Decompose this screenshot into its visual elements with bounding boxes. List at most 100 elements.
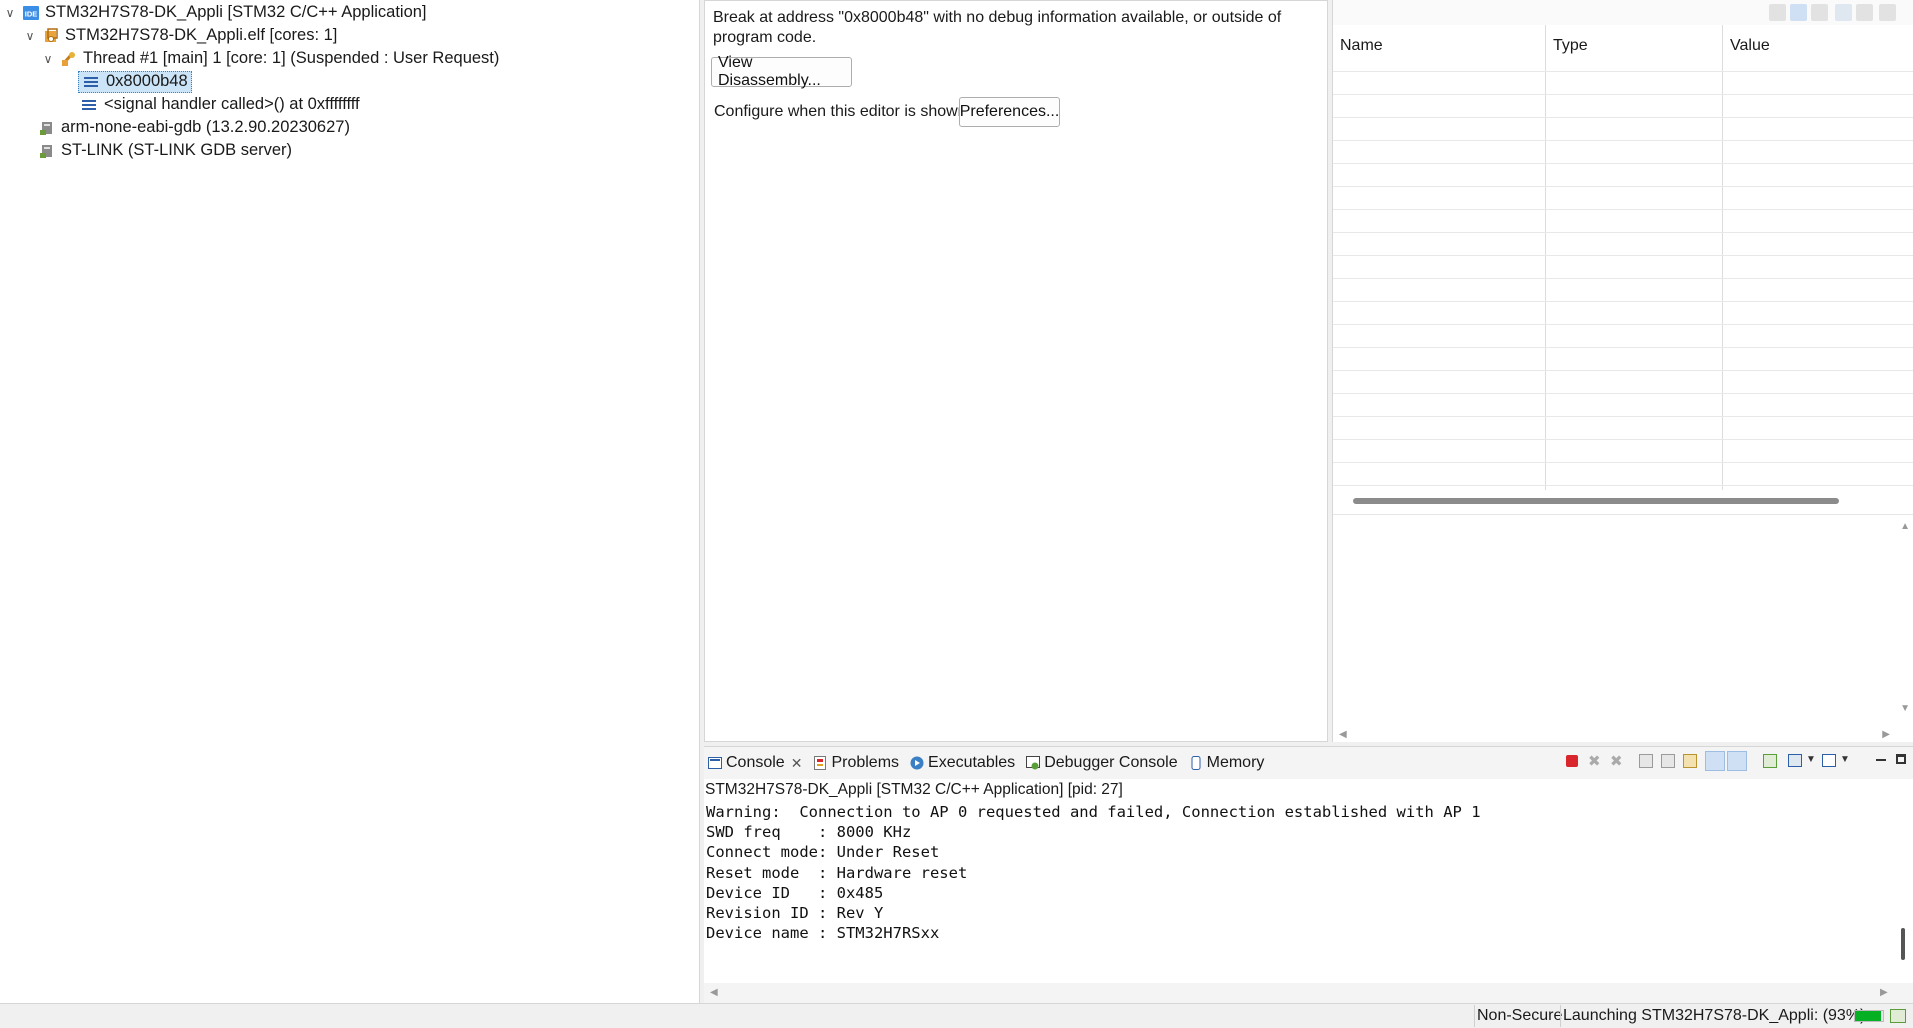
chevron-down-icon[interactable]: ∨	[2, 5, 18, 21]
tab-executables[interactable]: Executables	[910, 754, 1015, 772]
progress-bar-fill	[1855, 1011, 1882, 1021]
tab-debugger-console[interactable]: Debugger Console	[1026, 754, 1178, 772]
tree-label-elf: STM32H7S78-DK_Appli.elf [cores: 1]	[65, 26, 338, 44]
remove-all-launches-icon[interactable]: ✖	[1610, 752, 1623, 770]
console-process-title: STM32H7S78-DK_Appli [STM32 C/C++ Applica…	[705, 781, 1123, 798]
tab-label: Debugger Console	[1044, 754, 1178, 771]
variables-toolbar	[1333, 0, 1913, 25]
show-type-names-icon[interactable]	[1769, 4, 1786, 21]
tab-memory[interactable]: Memory	[1189, 754, 1265, 772]
stack-frame-icon	[82, 73, 100, 91]
selected-frame[interactable]: 0x8000b48	[78, 70, 192, 93]
terminate-icon[interactable]	[1566, 755, 1578, 767]
open-console-icon[interactable]	[1822, 754, 1836, 767]
tree-item-gdb[interactable]: arm-none-eabi-gdb (13.2.90.20230627)	[38, 116, 350, 139]
word-wrap-icon[interactable]	[1683, 754, 1697, 768]
configure-editor-label: Configure when this editor is shown	[714, 103, 967, 120]
clear-console-icon[interactable]	[1639, 754, 1653, 768]
chevron-down-icon[interactable]: ∨	[40, 51, 56, 67]
tree-item-launch[interactable]: ∨ IDE STM32H7S78-DK_Appli [STM32 C/C++ A…	[2, 1, 427, 24]
tab-console[interactable]: Console ✕	[708, 754, 802, 772]
problems-icon	[813, 756, 827, 770]
thread-suspended-icon	[60, 50, 78, 68]
no-debug-info-message: Break at address "0x8000b48" with no deb…	[713, 9, 1282, 46]
editor-area: Break at address "0x8000b48" with no deb…	[704, 0, 1328, 742]
tree-label-launch: STM32H7S78-DK_Appli [STM32 C/C++ Applica…	[45, 3, 427, 21]
preferences-button[interactable]: Preferences...	[959, 97, 1060, 127]
view-menu-icon[interactable]	[1835, 4, 1852, 21]
tab-label: Console	[726, 754, 785, 771]
console-line: Device name : STM32H7RSxx	[706, 924, 940, 943]
console-vertical-scrollbar[interactable]	[1901, 928, 1905, 960]
tree-item-frame-selected[interactable]: 0x8000b48	[78, 70, 192, 93]
ide-launch-icon: IDE	[22, 4, 40, 22]
tab-label: Executables	[928, 754, 1016, 771]
scroll-up-arrow-icon[interactable]: ▲	[1900, 521, 1910, 532]
console-line: Reset mode : Hardware reset	[706, 863, 968, 882]
process-icon	[42, 27, 60, 45]
tree-label-stlink: ST-LINK (ST-LINK GDB server)	[61, 141, 293, 159]
chevron-down-icon[interactable]: ▼	[1840, 754, 1850, 765]
console-line: Connect mode: Under Reset	[706, 843, 940, 862]
minimize-icon[interactable]	[1856, 4, 1873, 21]
scroll-left-arrow-icon[interactable]: ◀	[710, 987, 718, 998]
show-console-on-stdout-icon[interactable]	[1705, 751, 1725, 771]
scroll-right-arrow-icon[interactable]: ▶	[1880, 987, 1888, 998]
gdb-process-icon	[38, 119, 56, 137]
svg-text:IDE: IDE	[25, 9, 38, 18]
tree-label-frame-signal: <signal handler called>() at 0xffffffff	[104, 95, 360, 113]
variable-detail-pane[interactable]: ▲ ▼ ◀ ▶	[1333, 514, 1913, 742]
table-horizontal-scrollbar[interactable]	[1353, 498, 1839, 504]
gdb-server-icon	[38, 142, 56, 160]
variables-table: Name Type Value	[1333, 25, 1913, 490]
security-state-label: Non-Secure	[1477, 1007, 1563, 1024]
scroll-down-arrow-icon[interactable]: ▼	[1900, 703, 1910, 714]
close-icon[interactable]: ✕	[791, 755, 803, 772]
tree-item-thread[interactable]: ∨ Thread #1 [main] 1 [core: 1] (Suspende…	[40, 47, 500, 70]
chevron-down-icon[interactable]: ∨	[22, 28, 38, 44]
tab-problems[interactable]: Problems	[813, 754, 899, 772]
memory-icon	[1189, 756, 1203, 770]
status-bar: Non-Secure Launching STM32H7S78-DK_Appli…	[0, 1003, 1913, 1028]
scroll-lock-icon[interactable]	[1661, 754, 1675, 768]
scroll-left-arrow-icon[interactable]: ◀	[1339, 729, 1347, 740]
tree-label-frame-selected: 0x8000b48	[106, 72, 188, 90]
view-disassembly-button[interactable]: View Disassembly...	[711, 54, 852, 89]
progress-bar[interactable]	[1854, 1010, 1884, 1022]
console-output[interactable]: Warning: Connection to AP 0 requested an…	[706, 802, 1886, 974]
console-line: Revision ID : Rev Y	[706, 904, 884, 923]
scroll-right-arrow-icon[interactable]: ▶	[1882, 729, 1890, 740]
maximize-icon[interactable]	[1879, 4, 1896, 21]
remove-launch-icon[interactable]: ✖	[1588, 752, 1601, 770]
column-header-type[interactable]: Type	[1553, 37, 1588, 55]
tree-label-thread: Thread #1 [main] 1 [core: 1] (Suspended …	[83, 49, 500, 67]
show-logical-structure-icon[interactable]	[1790, 4, 1807, 21]
tab-label: Problems	[831, 754, 900, 771]
console-icon	[708, 756, 722, 770]
chevron-down-icon[interactable]: ▼	[1806, 754, 1816, 765]
launch-progress-text: Launching STM32H7S78-DK_Appli: (93%)	[1563, 1007, 1866, 1024]
console-horizontal-scrollbar[interactable]: ◀ ▶	[704, 983, 1913, 1003]
tree-item-elf[interactable]: ∨ STM32H7S78-DK_Appli.elf [cores: 1]	[22, 24, 338, 47]
console-view: Console ✕ Problems Executables Debugger …	[704, 746, 1913, 1003]
stack-frame-icon	[80, 96, 98, 114]
pin-console-icon[interactable]	[1763, 754, 1777, 768]
tab-label: Memory	[1206, 754, 1265, 771]
console-line: SWD freq : 8000 KHz	[706, 823, 912, 842]
maximize-icon[interactable]	[1896, 754, 1906, 764]
collapse-all-icon[interactable]	[1811, 4, 1828, 21]
debug-view: ∨ IDE STM32H7S78-DK_Appli [STM32 C/C++ A…	[0, 0, 700, 1003]
column-header-name[interactable]: Name	[1340, 37, 1383, 55]
progress-view-icon[interactable]	[1890, 1009, 1906, 1023]
show-console-on-stderr-icon[interactable]	[1727, 751, 1747, 771]
tree-item-frame-signal[interactable]: <signal handler called>() at 0xffffffff	[80, 93, 360, 116]
console-line: Warning: Connection to AP 0 requested an…	[706, 803, 1481, 821]
display-selected-console-icon[interactable]	[1788, 754, 1802, 767]
variables-view: Name Type Value ▲ ▼ ◀ ▶	[1332, 0, 1913, 742]
console-line: Device ID : 0x485	[706, 883, 884, 902]
column-header-value[interactable]: Value	[1730, 37, 1770, 55]
minimize-icon[interactable]	[1876, 759, 1886, 761]
tree-item-stlink[interactable]: ST-LINK (ST-LINK GDB server)	[38, 139, 292, 162]
debugger-console-icon	[1026, 756, 1041, 770]
tree-label-gdb: arm-none-eabi-gdb (13.2.90.20230627)	[61, 118, 350, 136]
